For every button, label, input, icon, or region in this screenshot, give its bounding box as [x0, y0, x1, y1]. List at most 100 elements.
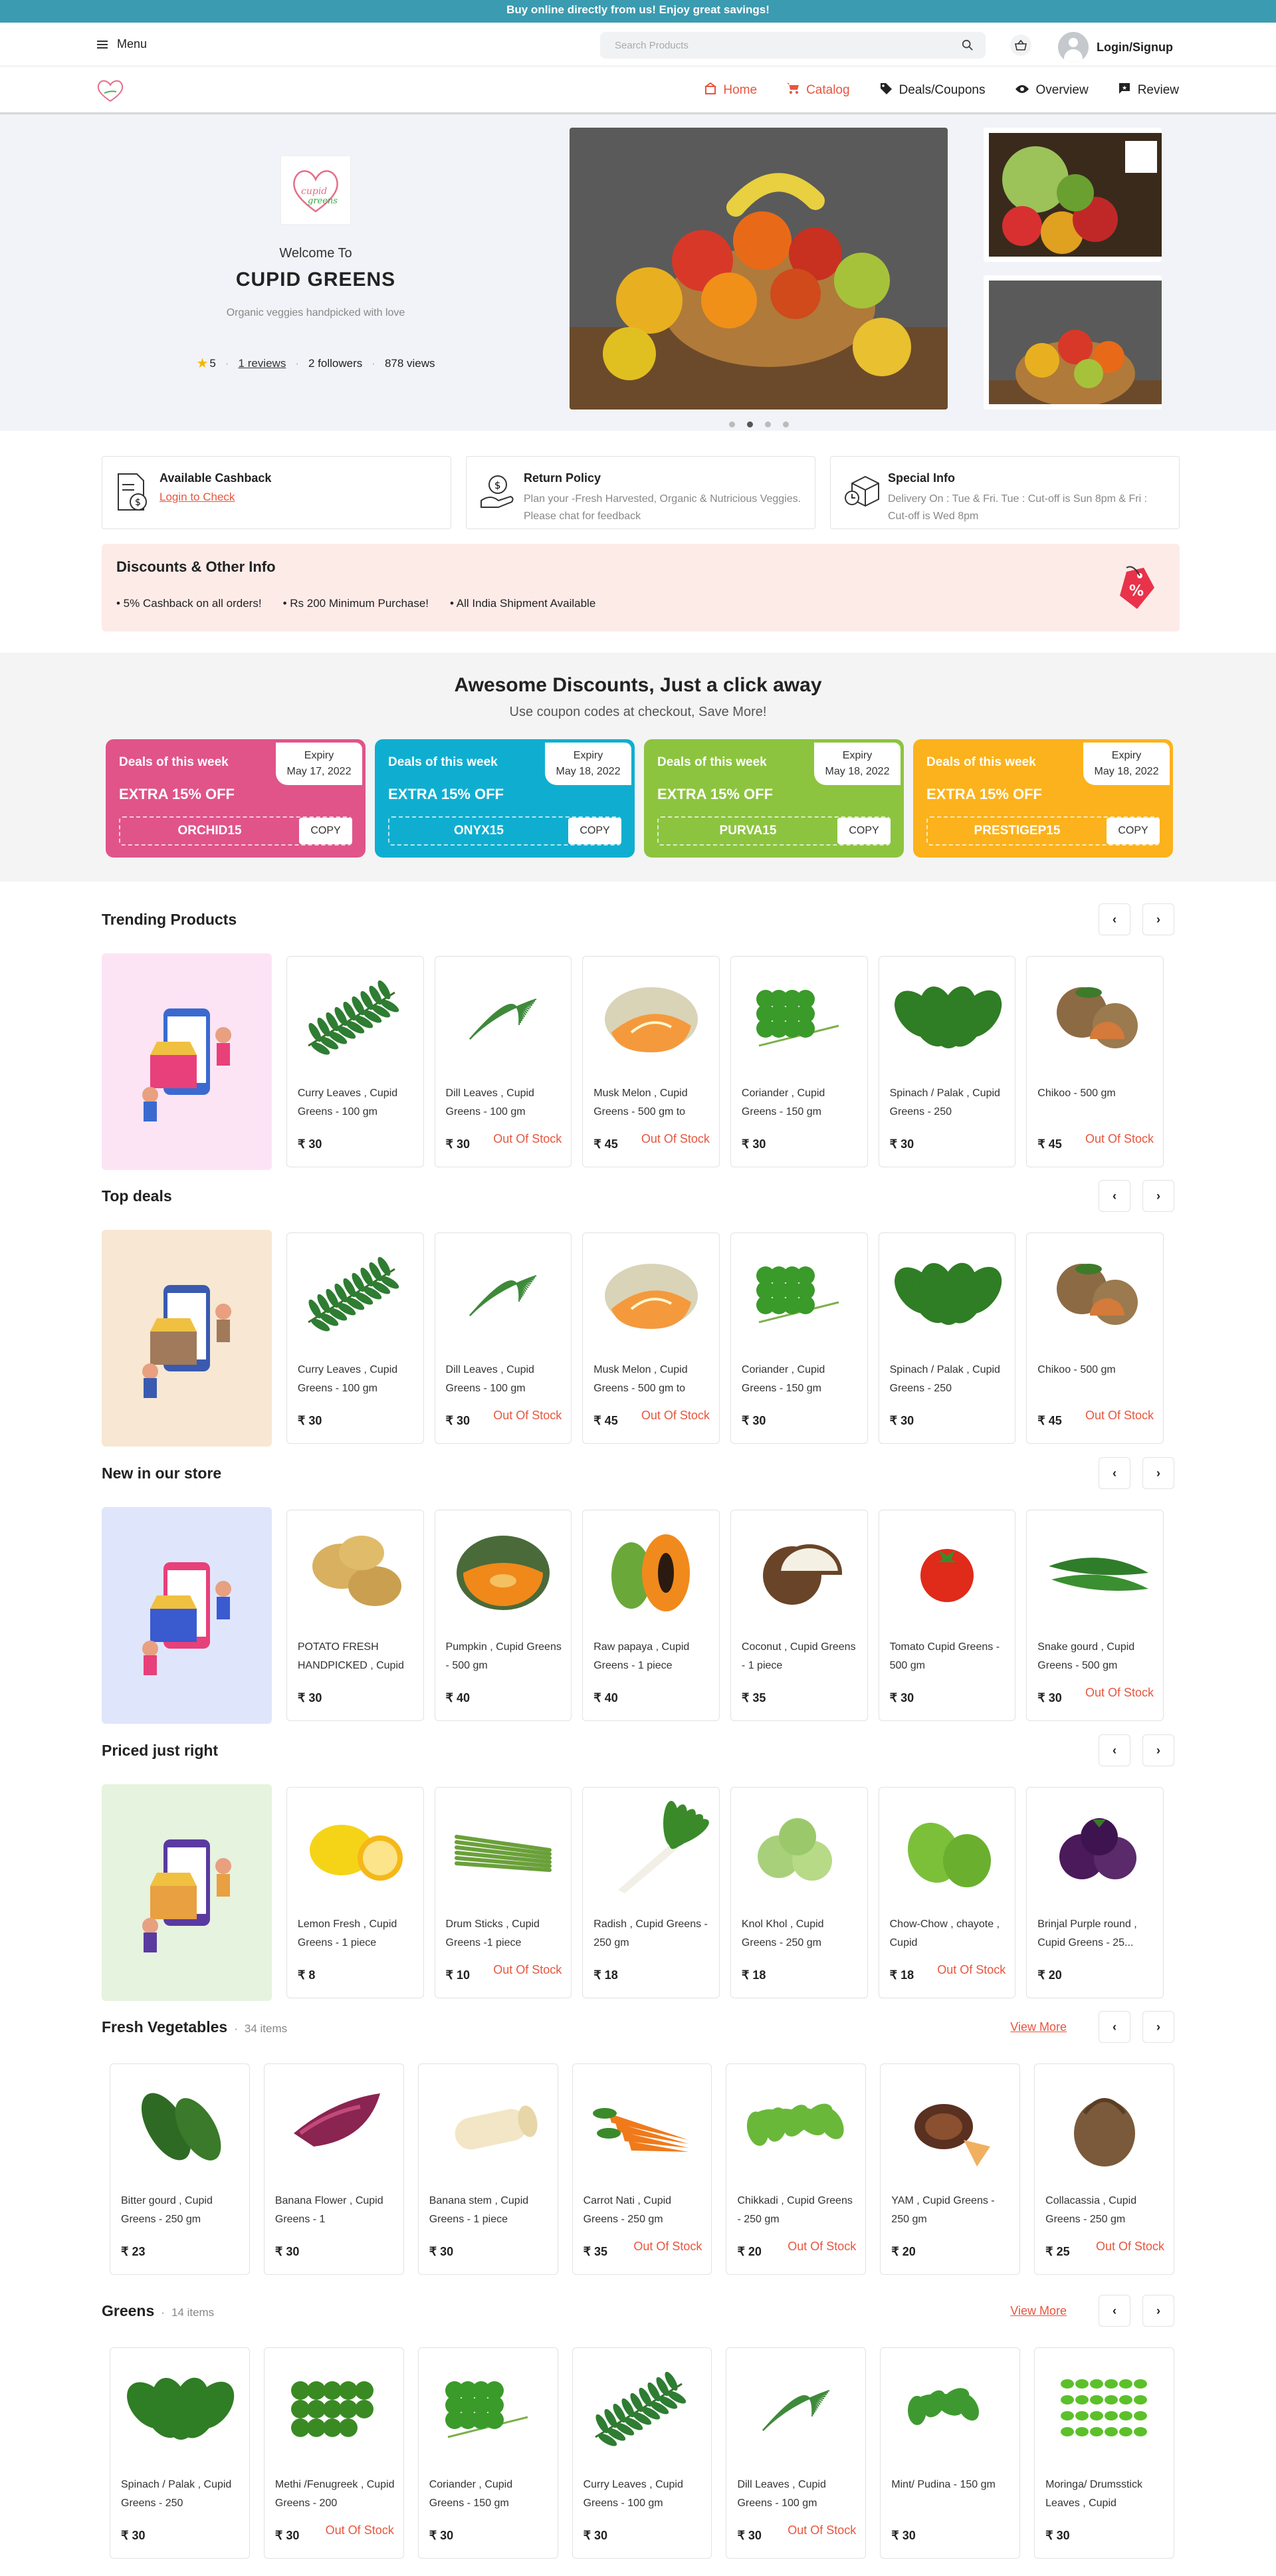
product-card[interactable]: Moringa/ Drumsstick Leaves , Cupid ₹ 30	[1034, 2347, 1175, 2559]
product-name[interactable]: POTATO FRESH HANDPICKED , Cupid	[298, 1638, 415, 1677]
product-card[interactable]: Raw papaya , Cupid Greens - 1 piece ₹ 40	[582, 1510, 720, 1721]
product-card[interactable]: Dill Leaves , Cupid Greens - 100 gm ₹ 30 O…	[434, 956, 572, 1167]
product-card[interactable]: Pumpkin , Cupid Greens - 500 gm ₹ 40	[434, 1510, 572, 1721]
product-image[interactable]	[580, 2073, 705, 2173]
login-signup-button[interactable]: Login/Signup	[1058, 32, 1173, 62]
reviews-link[interactable]: 1 reviews	[239, 357, 286, 370]
product-name[interactable]: Pumpkin , Cupid Greens - 500 gm	[446, 1638, 564, 1677]
product-image[interactable]	[887, 2073, 1013, 2173]
product-card[interactable]: Dill Leaves , Cupid Greens - 100 gm ₹ 30 O…	[434, 1232, 572, 1444]
product-name[interactable]: Raw papaya , Cupid Greens - 1 piece	[593, 1638, 711, 1677]
product-image[interactable]	[442, 966, 565, 1066]
product-name[interactable]: Spinach / Palak , Cupid Greens - 250	[121, 2476, 241, 2514]
product-name[interactable]: Methi /Fenugreek , Cupid Greens - 200	[275, 2476, 395, 2514]
product-name[interactable]: Chikoo - 500 gm	[1037, 1361, 1155, 1399]
coupon-card[interactable]: Deals of this week EXTRA 15% OFF Expiry May…	[375, 739, 635, 858]
product-image[interactable]	[442, 1520, 565, 1619]
product-card[interactable]: Lemon Fresh , Cupid Greens - 1 piece ₹ 8	[286, 1787, 424, 1998]
carousel-dot[interactable]	[747, 421, 753, 427]
login-to-check-link[interactable]: Login to Check	[160, 491, 437, 504]
product-card[interactable]: Spinach / Palak , Cupid Greens - 250 ₹ 30	[878, 956, 1016, 1167]
product-name[interactable]: Banana stem , Cupid Greens - 1 piece	[429, 2192, 550, 2230]
nav-review[interactable]: ★ Review	[1118, 82, 1179, 99]
carousel-dot[interactable]	[729, 421, 735, 427]
hero-thumb-2[interactable]	[984, 275, 1162, 410]
product-image[interactable]	[294, 966, 417, 1066]
product-name[interactable]: Dill Leaves , Cupid Greens - 100 gm	[446, 1361, 564, 1399]
prev-arrow-button[interactable]: ‹	[1099, 1457, 1130, 1489]
product-image[interactable]	[589, 1797, 712, 1897]
prev-arrow-button[interactable]: ‹	[1099, 2011, 1130, 2043]
section-banner[interactable]	[102, 953, 272, 1170]
next-arrow-button[interactable]: ›	[1142, 1457, 1174, 1489]
next-arrow-button[interactable]: ›	[1142, 1180, 1174, 1212]
copy-button[interactable]: COPY	[568, 818, 621, 844]
product-card[interactable]: Radish , Cupid Greens - 250 gm ₹ 18	[582, 1787, 720, 1998]
product-image[interactable]	[1041, 2357, 1167, 2457]
product-card[interactable]: Spinach / Palak , Cupid Greens - 250 ₹ 30	[110, 2347, 250, 2559]
product-image[interactable]	[738, 1242, 861, 1342]
product-card[interactable]: Brinjal Purple round , Cupid Greens - 25…	[1026, 1787, 1164, 1998]
prev-arrow-button[interactable]: ‹	[1099, 1734, 1130, 1766]
product-card[interactable]: Coriander , Cupid Greens - 150 gm ₹ 30	[417, 2347, 558, 2559]
product-card[interactable]: Chikoo - 500 gm ₹ 45 Out Of Stock	[1026, 1232, 1164, 1444]
product-card[interactable]: Dill Leaves , Cupid Greens - 100 gm ₹ 30 O…	[726, 2347, 867, 2559]
product-name[interactable]: Bitter gourd , Cupid Greens - 250 gm	[121, 2192, 241, 2230]
copy-button[interactable]: COPY	[837, 818, 891, 844]
nav-overview[interactable]: Overview	[1015, 83, 1089, 98]
product-image[interactable]	[886, 966, 1009, 1066]
search-icon[interactable]	[962, 39, 974, 51]
product-name[interactable]: Curry Leaves , Cupid Greens - 100 gm	[584, 2476, 704, 2514]
product-card[interactable]: Carrot Nati , Cupid Greens - 250 gm ₹ 35 O…	[572, 2063, 712, 2275]
product-card[interactable]: POTATO FRESH HANDPICKED , Cupid ₹ 30	[286, 1510, 424, 1721]
coupon-card[interactable]: Deals of this week EXTRA 15% OFF Expiry May…	[106, 739, 366, 858]
product-card[interactable]: Collacassia , Cupid Greens - 250 gm ₹ 25 O…	[1034, 2063, 1175, 2275]
product-card[interactable]: YAM , Cupid Greens - 250 gm ₹ 20	[880, 2063, 1021, 2275]
product-image[interactable]	[442, 1797, 565, 1897]
product-name[interactable]: Radish , Cupid Greens - 250 gm	[593, 1915, 711, 1954]
product-image[interactable]	[589, 1242, 712, 1342]
product-name[interactable]: Chikkadi , Cupid Greens - 250 gm	[737, 2192, 857, 2230]
basket-button[interactable]	[1010, 35, 1031, 56]
coupon-card[interactable]: Deals of this week EXTRA 15% OFF Expiry May…	[913, 739, 1173, 858]
product-card[interactable]: Curry Leaves , Cupid Greens - 100 gm ₹ 30	[572, 2347, 712, 2559]
product-image[interactable]	[738, 1520, 861, 1619]
prev-arrow-button[interactable]: ‹	[1099, 2295, 1130, 2327]
product-name[interactable]: Coriander , Cupid Greens - 150 gm	[742, 1361, 859, 1399]
section-banner[interactable]	[102, 1507, 272, 1724]
section-banner[interactable]	[102, 1230, 272, 1447]
copy-button[interactable]: COPY	[1107, 818, 1160, 844]
hero-main-image[interactable]	[570, 128, 948, 410]
product-image[interactable]	[580, 2357, 705, 2457]
product-image[interactable]	[117, 2357, 243, 2457]
next-arrow-button[interactable]: ›	[1142, 2011, 1174, 2043]
product-image[interactable]	[1033, 1242, 1156, 1342]
product-name[interactable]: Knol Khol , Cupid Greens - 250 gm	[742, 1915, 859, 1954]
product-image[interactable]	[886, 1242, 1009, 1342]
nav-deals-coupons[interactable]: Deals/Coupons	[879, 82, 986, 99]
copy-button[interactable]: COPY	[299, 818, 352, 844]
product-name[interactable]: Tomato Cupid Greens - 500 gm	[890, 1638, 1008, 1677]
product-card[interactable]: Spinach / Palak , Cupid Greens - 250 ₹ 30	[878, 1232, 1016, 1444]
product-name[interactable]: Collacassia , Cupid Greens - 250 gm	[1045, 2192, 1166, 2230]
product-image[interactable]	[887, 2357, 1013, 2457]
product-card[interactable]: Tomato Cupid Greens - 500 gm ₹ 30	[878, 1510, 1016, 1721]
product-card[interactable]: Chikkadi , Cupid Greens - 250 gm ₹ 20 Out …	[726, 2063, 867, 2275]
product-image[interactable]	[425, 2357, 551, 2457]
product-name[interactable]: Carrot Nati , Cupid Greens - 250 gm	[584, 2192, 704, 2230]
product-name[interactable]: Coriander , Cupid Greens - 150 gm	[742, 1084, 859, 1123]
product-name[interactable]: Moringa/ Drumsstick Leaves , Cupid	[1045, 2476, 1166, 2514]
product-card[interactable]: Knol Khol , Cupid Greens - 250 gm ₹ 18	[730, 1787, 868, 1998]
product-card[interactable]: Chow-Chow , chayote , Cupid ₹ 18 Out Of St…	[878, 1787, 1016, 1998]
product-name[interactable]: Brinjal Purple round , Cupid Greens - 25…	[1037, 1915, 1155, 1954]
product-image[interactable]	[294, 1242, 417, 1342]
product-image[interactable]	[425, 2073, 551, 2173]
nav-home[interactable]: Home	[704, 82, 757, 98]
product-image[interactable]	[738, 966, 861, 1066]
section-banner[interactable]	[102, 1784, 272, 2001]
prev-arrow-button[interactable]: ‹	[1099, 1180, 1130, 1212]
product-image[interactable]	[886, 1797, 1009, 1897]
product-name[interactable]: Musk Melon , Cupid Greens - 500 gm to	[593, 1361, 711, 1399]
product-image[interactable]	[738, 1797, 861, 1897]
product-image[interactable]	[1033, 1797, 1156, 1897]
